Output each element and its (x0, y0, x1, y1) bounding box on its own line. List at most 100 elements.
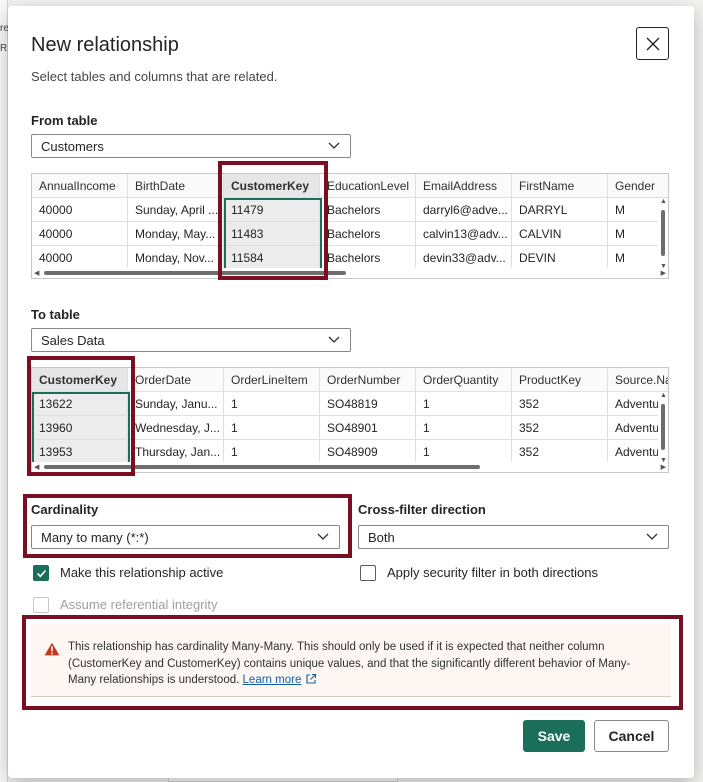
table-cell[interactable]: 40000 (32, 198, 128, 222)
table-cell[interactable]: SO48909 (320, 440, 416, 464)
from-table-dropdown[interactable]: Customers (31, 134, 351, 158)
table-row: 13622 Sunday, Janu... 1 SO48819 1 352 Ad… (32, 392, 668, 416)
column-header[interactable]: ProductKey (512, 368, 608, 392)
external-link-icon[interactable] (305, 673, 317, 685)
table-cell-selected[interactable]: 11483 (224, 222, 320, 246)
table-cell[interactable]: Sunday, Janu... (128, 392, 224, 416)
from-table-selected: Customers (41, 138, 104, 154)
table-cell-selected[interactable]: 13953 (32, 440, 128, 464)
table-cell[interactable]: SO48901 (320, 416, 416, 440)
referential-integrity-label: Assume referential integrity (60, 597, 218, 612)
table-cell[interactable]: DARRYL (512, 198, 608, 222)
table-cell[interactable]: Monday, May... (128, 222, 224, 246)
horizontal-scrollbar[interactable]: ◀ ▶ (32, 462, 668, 472)
table-header-row: AnnualIncome BirthDate CustomerKey Educa… (32, 174, 668, 198)
table-cell[interactable]: 1 (416, 440, 512, 464)
warning-text: This relationship has cardinality Many-M… (68, 641, 631, 686)
security-filter-checkbox[interactable] (360, 565, 376, 581)
table-cell[interactable]: calvin13@adv... (416, 222, 512, 246)
table-cell[interactable]: 40000 (32, 222, 128, 246)
column-header[interactable]: EducationLevel (320, 174, 416, 198)
column-header-selected[interactable]: CustomerKey (32, 368, 128, 392)
to-table-selected: Sales Data (41, 332, 105, 348)
referential-integrity-checkbox[interactable] (33, 597, 49, 613)
vertical-scrollbar[interactable]: ▲ ▼ (658, 392, 668, 464)
table-cell-selected[interactable]: 13622 (32, 392, 128, 416)
table-cell[interactable]: Sunday, April ... (128, 198, 224, 222)
chevron-down-icon (328, 142, 340, 149)
table-cell[interactable]: devin33@adv... (416, 246, 512, 270)
background-text: R (0, 43, 8, 54)
column-header-selected[interactable]: CustomerKey (224, 174, 320, 198)
table-cell-selected[interactable]: 11584 (224, 246, 320, 270)
cardinality-selected: Many to many (*:*) (41, 529, 149, 545)
save-button[interactable]: Save (523, 720, 585, 752)
to-table-dropdown[interactable]: Sales Data (31, 328, 351, 352)
column-header[interactable]: OrderDate (128, 368, 224, 392)
column-header[interactable]: OrderLineItem (224, 368, 320, 392)
warning-message: This relationship has cardinality Many-M… (68, 639, 658, 689)
dialog-subtitle: Select tables and columns that are relat… (31, 69, 278, 84)
table-row: 40000 Monday, Nov... 11584 Bachelors dev… (32, 246, 668, 270)
column-header[interactable]: Source.Na (608, 368, 668, 392)
table-cell[interactable]: 1 (416, 392, 512, 416)
close-button[interactable] (636, 27, 669, 60)
column-header[interactable]: FirstName (512, 174, 608, 198)
table-cell[interactable]: 1 (224, 416, 320, 440)
table-cell[interactable]: 352 (512, 440, 608, 464)
table-cell[interactable]: 40000 (32, 246, 128, 270)
column-header[interactable]: EmailAddress (416, 174, 512, 198)
cross-filter-label: Cross-filter direction (358, 502, 486, 517)
many-to-many-warning: This relationship has cardinality Many-M… (31, 623, 671, 697)
background-left-pane (0, 0, 8, 782)
column-header[interactable]: Gender (608, 174, 668, 198)
scrollbar-thumb[interactable] (44, 465, 480, 469)
table-cell[interactable]: CALVIN (512, 222, 608, 246)
cross-filter-selected: Both (368, 529, 395, 545)
table-row: 40000 Monday, May... 11483 Bachelors cal… (32, 222, 668, 246)
table-row: 40000 Sunday, April ... 11479 Bachelors … (32, 198, 668, 222)
chevron-down-icon (317, 533, 329, 540)
column-header[interactable]: OrderNumber (320, 368, 416, 392)
vertical-scrollbar[interactable]: ▲ ▼ (658, 198, 668, 270)
table-cell[interactable]: Thursday, Jan... (128, 440, 224, 464)
table-cell-selected[interactable]: 13960 (32, 416, 128, 440)
table-cell[interactable]: Bachelors (320, 222, 416, 246)
table-cell[interactable]: 1 (224, 440, 320, 464)
scrollbar-thumb[interactable] (661, 210, 665, 256)
new-relationship-dialog: New relationship Select tables and colum… (8, 6, 694, 778)
table-cell-selected[interactable]: 11479 (224, 198, 320, 222)
table-header-row: CustomerKey OrderDate OrderLineItem Orde… (32, 368, 668, 392)
column-header[interactable]: BirthDate (128, 174, 224, 198)
active-checkbox[interactable] (33, 565, 49, 581)
table-cell[interactable]: Monday, Nov... (128, 246, 224, 270)
to-table-preview: CustomerKey OrderDate OrderLineItem Orde… (31, 367, 669, 473)
table-cell[interactable]: 352 (512, 416, 608, 440)
table-cell[interactable]: Bachelors (320, 246, 416, 270)
table-cell[interactable]: 352 (512, 392, 608, 416)
security-filter-label[interactable]: Apply security filter in both directions (387, 565, 598, 580)
table-cell[interactable]: Wednesday, J... (128, 416, 224, 440)
active-checkbox-label[interactable]: Make this relationship active (60, 565, 223, 580)
from-table-preview: AnnualIncome BirthDate CustomerKey Educa… (31, 173, 669, 279)
chevron-down-icon (328, 336, 340, 343)
scrollbar-thumb[interactable] (661, 404, 665, 450)
scrollbar-thumb[interactable] (44, 271, 346, 275)
close-icon (646, 37, 659, 50)
table-cell[interactable]: Bachelors (320, 198, 416, 222)
table-cell[interactable]: darryl6@adve... (416, 198, 512, 222)
column-header[interactable]: OrderQuantity (416, 368, 512, 392)
column-header[interactable]: AnnualIncome (32, 174, 128, 198)
cross-filter-dropdown[interactable]: Both (358, 525, 669, 549)
cancel-button[interactable]: Cancel (594, 720, 669, 752)
learn-more-link[interactable]: Learn more (243, 674, 302, 686)
warning-icon (44, 642, 60, 656)
cardinality-dropdown[interactable]: Many to many (*:*) (31, 525, 340, 549)
table-cell[interactable]: 1 (224, 392, 320, 416)
table-cell[interactable]: DEVIN (512, 246, 608, 270)
table-row: 13960 Wednesday, J... 1 SO48901 1 352 Ad… (32, 416, 668, 440)
table-cell[interactable]: SO48819 (320, 392, 416, 416)
horizontal-scrollbar[interactable]: ◀ ▶ (32, 268, 668, 278)
from-table-label: From table (31, 113, 98, 128)
table-cell[interactable]: 1 (416, 416, 512, 440)
